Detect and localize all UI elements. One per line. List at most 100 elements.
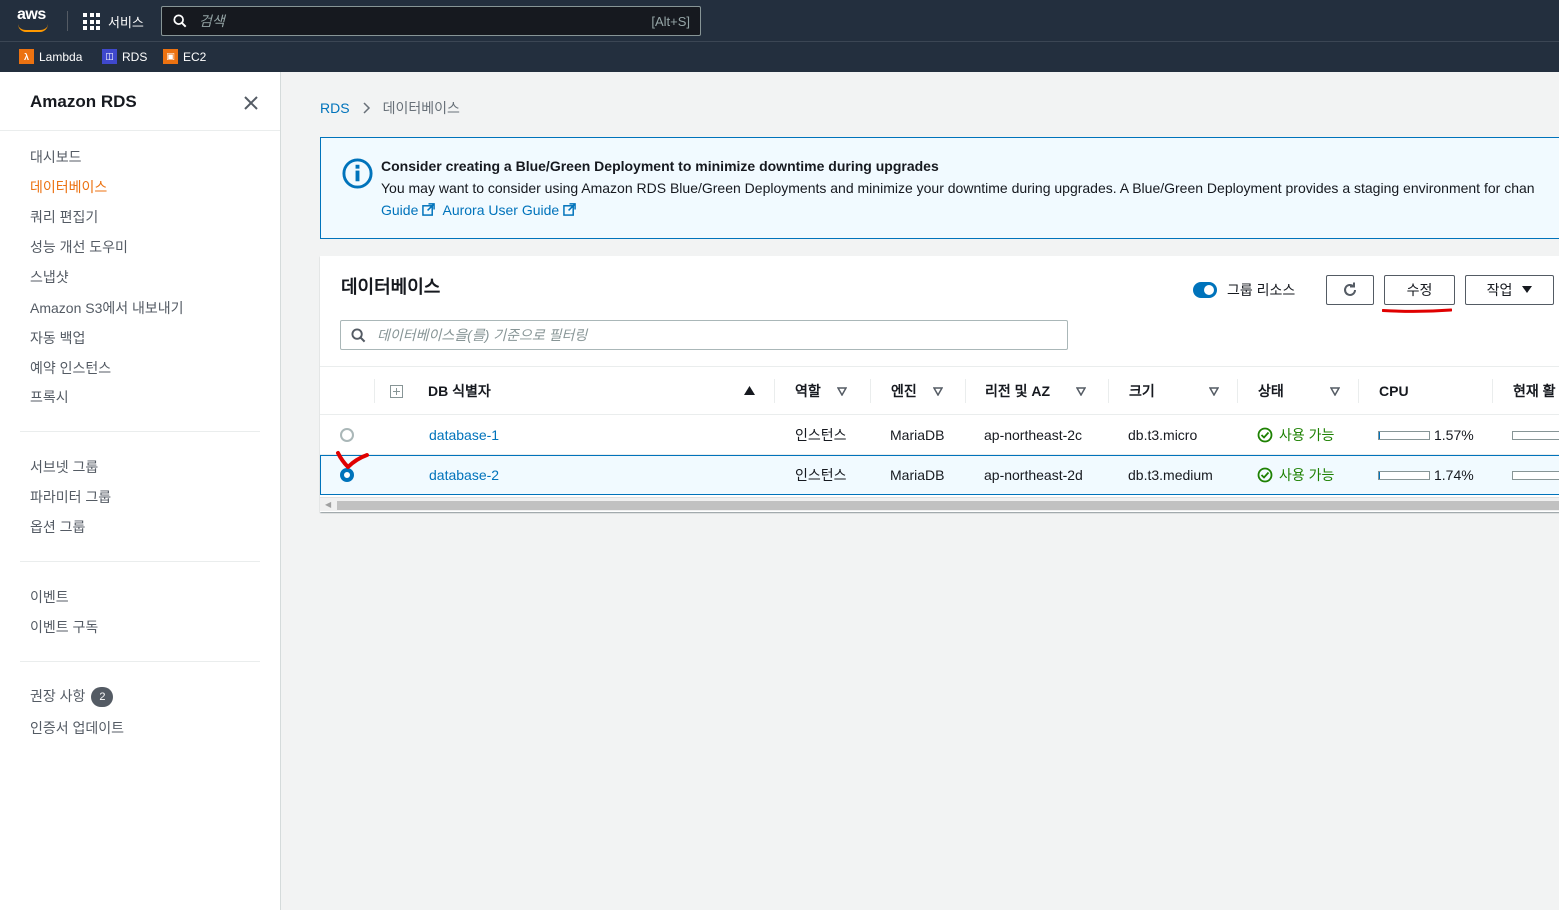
row-radio[interactable] — [340, 455, 354, 495]
divider — [0, 130, 280, 131]
scroll-left-arrow-icon[interactable]: ◀ — [325, 500, 331, 509]
caret-down-icon — [1522, 286, 1533, 293]
status-ok-icon — [1257, 467, 1273, 483]
filter-placeholder: 데이터베이스을(를) 기준으로 필터링 — [377, 327, 588, 343]
sidebar-item-s3-exports[interactable]: Amazon S3에서 내보내기 — [30, 298, 184, 318]
table-row[interactable]: database-1 인스턴스 MariaDB ap-northeast-2c … — [320, 415, 1559, 455]
db-identifier-link[interactable]: database-1 — [429, 415, 499, 455]
favorite-ec2[interactable]: ▣ EC2 — [163, 49, 206, 64]
aws-logo[interactable]: aws — [17, 7, 51, 34]
column-header-db-id[interactable]: DB 식별자 — [428, 367, 491, 415]
divider — [1358, 379, 1359, 403]
sidebar-item-certificate-update[interactable]: 인증서 업데이트 — [30, 718, 124, 738]
cpu-text: 1.74% — [1434, 467, 1474, 483]
database-filter-input[interactable]: 데이터베이스을(를) 기준으로 필터링 — [340, 320, 1068, 350]
column-header-engine[interactable]: 엔진 — [891, 367, 943, 415]
sort-icon — [1329, 387, 1340, 396]
column-label: 역할 — [795, 383, 821, 399]
close-icon[interactable] — [242, 94, 260, 112]
column-header-current-activity[interactable]: 현재 활 — [1513, 367, 1556, 415]
activity-bar — [1512, 430, 1559, 440]
divider — [67, 11, 68, 31]
column-label: 엔진 — [891, 383, 917, 399]
top-navigation-bar: aws 서비스 검색 [Alt+S] — [0, 0, 1559, 42]
sidebar-item-databases[interactable]: 데이터베이스 — [30, 177, 107, 197]
favorite-label: EC2 — [183, 49, 207, 64]
toggle-switch[interactable] — [1193, 282, 1217, 298]
column-label: 크기 — [1129, 383, 1155, 399]
scrollbar-thumb[interactable] — [337, 501, 1559, 510]
horizontal-scrollbar[interactable]: ◀ — [320, 497, 1559, 511]
sidebar-item-query-editor[interactable]: 쿼리 편집기 — [30, 207, 98, 227]
external-link-icon — [563, 203, 577, 216]
sidebar-item-parameter-groups[interactable]: 파라미터 그룹 — [30, 487, 111, 507]
divider — [1492, 379, 1493, 403]
sidebar-item-dashboard[interactable]: 대시보드 — [30, 147, 82, 167]
global-search-input[interactable]: 검색 [Alt+S] — [161, 6, 701, 36]
size-cell: db.t3.medium — [1128, 467, 1213, 483]
external-link-icon — [422, 203, 436, 216]
toggle-label: 그룹 리소스 — [1227, 282, 1296, 298]
breadcrumb-rds[interactable]: RDS — [320, 100, 350, 116]
column-header-region-az[interactable]: 리전 및 AZ — [985, 367, 1087, 415]
sidebar-item-recommendations[interactable]: 권장 사항 2 — [30, 686, 114, 708]
aurora-user-guide-link[interactable]: Aurora User Guide — [442, 202, 580, 218]
actions-label: 작업 — [1486, 282, 1513, 298]
sidebar-item-option-groups[interactable]: 옵션 그룹 — [30, 517, 85, 537]
status-cell: 사용 가능 — [1257, 415, 1334, 455]
group-resources-toggle[interactable]: 그룹 리소스 — [1193, 280, 1295, 300]
favorites-bar: λ Lambda ◫ RDS ▣ EC2 — [0, 42, 1559, 72]
activity-bar — [1512, 470, 1559, 480]
refresh-button[interactable] — [1326, 275, 1374, 305]
banner-title: Consider creating a Blue/Green Deploymen… — [381, 158, 939, 174]
cpu-cell: 1.74% — [1378, 455, 1474, 495]
divider — [20, 431, 260, 432]
aws-smile-icon — [18, 24, 48, 32]
column-header-status[interactable]: 상태 — [1258, 367, 1340, 415]
sidebar-item-events[interactable]: 이벤트 — [30, 587, 69, 607]
sidebar-item-event-subscriptions[interactable]: 이벤트 구독 — [30, 617, 98, 637]
db-identifier-link[interactable]: database-2 — [429, 455, 499, 495]
modify-button[interactable]: 수정 — [1384, 275, 1455, 305]
aurora-guide-link-label: Aurora User Guide — [442, 202, 560, 218]
sidebar-item-snapshots[interactable]: 스냅샷 — [30, 267, 69, 287]
favorite-lambda[interactable]: λ Lambda — [19, 49, 82, 64]
column-header-role[interactable]: 역할 — [795, 367, 847, 415]
ec2-icon: ▣ — [163, 49, 178, 64]
column-label: CPU — [1379, 383, 1409, 399]
sort-icon — [1208, 387, 1219, 396]
sidebar-item-automated-backups[interactable]: 자동 백업 — [30, 328, 85, 348]
sort-icon — [836, 387, 847, 396]
banner-body: You may want to consider using Amazon RD… — [381, 180, 1535, 196]
expand-all-icon[interactable] — [390, 367, 403, 415]
favorite-label: RDS — [122, 49, 148, 64]
divider — [965, 379, 966, 403]
sort-ascending-icon[interactable] — [744, 386, 755, 396]
sidebar-title[interactable]: Amazon RDS — [30, 92, 137, 112]
sidebar-item-reserved-instances[interactable]: 예약 인스턴스 — [30, 358, 111, 378]
sidebar-item-label: 권장 사항 — [30, 688, 86, 704]
services-menu-button[interactable]: 서비스 — [83, 12, 144, 31]
breadcrumb-current: 데이터베이스 — [382, 100, 460, 116]
sidebar-item-performance-insights[interactable]: 성능 개선 도우미 — [30, 237, 128, 257]
count-badge: 2 — [91, 687, 114, 708]
guide-link[interactable]: Guide — [381, 202, 439, 218]
actions-dropdown-button[interactable]: 작업 — [1465, 275, 1554, 305]
favorite-rds[interactable]: ◫ RDS — [102, 49, 147, 64]
cpu-bar — [1378, 430, 1430, 440]
search-placeholder: 검색 — [199, 13, 225, 29]
services-label: 서비스 — [108, 15, 144, 30]
role-cell: 인스턴스 — [795, 467, 847, 483]
search-shortcut: [Alt+S] — [651, 13, 690, 29]
sidebar-item-subnet-groups[interactable]: 서브넷 그룹 — [30, 457, 98, 477]
status-cell: 사용 가능 — [1257, 455, 1334, 495]
table-row-selected[interactable]: database-2 인스턴스 MariaDB ap-northeast-2d … — [320, 455, 1559, 495]
column-label: 리전 및 AZ — [985, 383, 1051, 399]
column-header-cpu[interactable]: CPU — [1379, 367, 1409, 415]
divider — [20, 661, 260, 662]
column-label: 상태 — [1258, 383, 1284, 399]
column-header-size[interactable]: 크기 — [1129, 367, 1219, 415]
sidebar-item-proxies[interactable]: 프록시 — [30, 387, 69, 407]
guide-link-label: Guide — [381, 202, 419, 218]
row-radio[interactable] — [340, 415, 354, 455]
